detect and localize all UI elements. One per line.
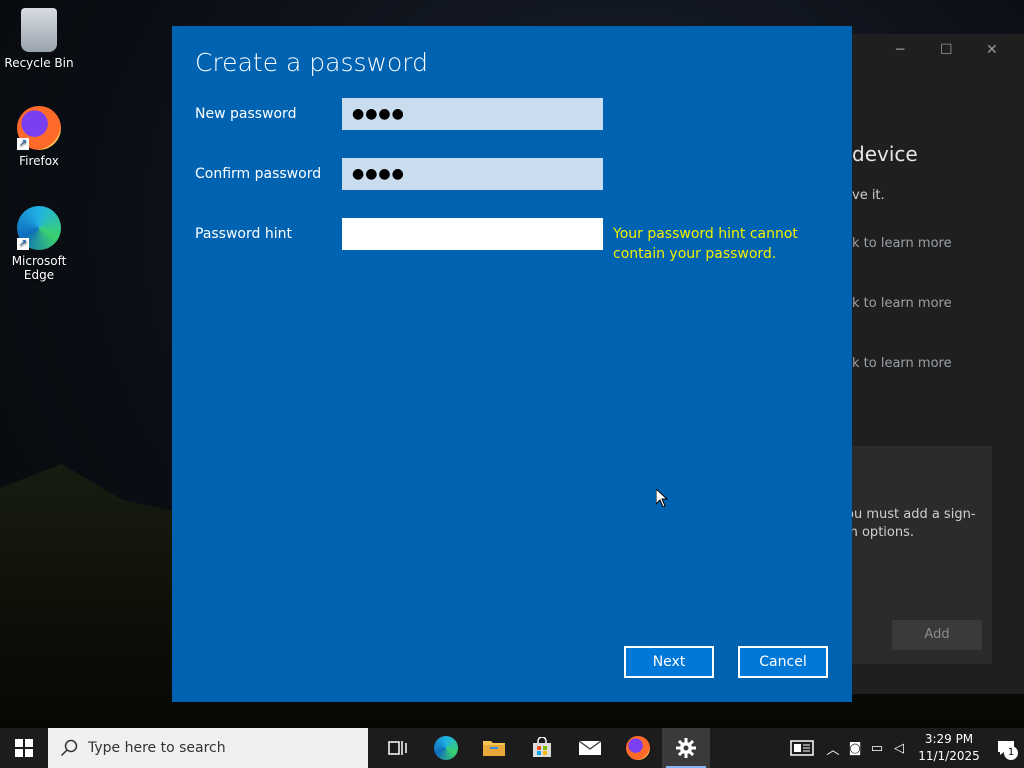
desktop-icon-recycle-bin[interactable]: Recycle Bin xyxy=(4,8,74,70)
create-password-dialog: Create a password New password Confirm p… xyxy=(172,26,852,702)
search-placeholder: Type here to search xyxy=(88,740,226,756)
taskbar-edge[interactable] xyxy=(422,728,470,768)
start-button[interactable] xyxy=(0,728,48,768)
background-heading: device xyxy=(852,142,918,166)
password-hint-input[interactable] xyxy=(342,218,603,250)
desktop-icon-label: Recycle Bin xyxy=(4,56,74,70)
clock-date: 11/1/2025 xyxy=(918,749,980,763)
sign-in-card-text: ou must add a sign-in options. xyxy=(846,507,976,540)
taskbar: Type here to search ︿ ◙ ▭ ◁ 3:29 PM 11/1… xyxy=(0,728,1024,768)
desktop-icon-edge[interactable]: ↗ Microsoft Edge xyxy=(4,206,74,282)
search-icon xyxy=(60,739,78,757)
taskbar-firefox[interactable] xyxy=(614,728,662,768)
cancel-button[interactable]: Cancel xyxy=(738,646,828,678)
firefox-icon xyxy=(626,736,650,760)
desktop-icon-firefox[interactable]: ↗ Firefox xyxy=(4,106,74,168)
taskbar-clock[interactable]: 3:29 PM 11/1/2025 xyxy=(910,731,988,765)
file-explorer-icon xyxy=(483,741,505,756)
desktop-icon-label: Firefox xyxy=(19,154,59,168)
learn-more-link[interactable]: k to learn more xyxy=(852,296,952,311)
shortcut-arrow-icon: ↗ xyxy=(17,138,29,150)
close-icon[interactable]: ✕ xyxy=(986,42,998,58)
settings-icon xyxy=(676,738,696,758)
taskbar-settings[interactable] xyxy=(662,728,710,768)
edge-icon: ↗ xyxy=(17,206,61,250)
shortcut-arrow-icon: ↗ xyxy=(17,238,29,250)
minimize-icon[interactable]: ─ xyxy=(896,42,904,58)
password-hint-label: Password hint xyxy=(195,226,292,242)
background-subtext: ve it. xyxy=(852,188,885,203)
taskbar-file-explorer[interactable] xyxy=(470,728,518,768)
mail-icon xyxy=(578,740,602,755)
learn-more-link[interactable]: k to learn more xyxy=(852,356,952,371)
mouse-cursor-icon xyxy=(656,489,668,507)
hint-error-message: Your password hint cannot contain your p… xyxy=(613,226,798,262)
volume-muted-icon[interactable]: ◁ xyxy=(888,728,910,768)
notification-count-badge: 1 xyxy=(1004,746,1018,760)
new-password-input[interactable] xyxy=(342,98,603,130)
taskbar-task-view[interactable] xyxy=(374,728,422,768)
taskbar-mail[interactable] xyxy=(566,728,614,768)
meet-now-icon[interactable]: ◙ xyxy=(844,728,866,768)
learn-more-link[interactable]: k to learn more xyxy=(852,236,952,251)
recycle-bin-icon xyxy=(21,8,57,52)
confirm-password-label: Confirm password xyxy=(195,166,322,182)
network-icon[interactable]: ▭ xyxy=(866,728,888,768)
taskbar-search-box[interactable]: Type here to search xyxy=(48,728,368,768)
taskbar-store[interactable] xyxy=(518,728,566,768)
maximize-icon[interactable]: ☐ xyxy=(940,42,953,58)
chevron-up-icon[interactable]: ︿ xyxy=(822,728,844,768)
system-tray: ︿ ◙ ▭ ◁ 3:29 PM 11/1/2025 1 xyxy=(782,728,1024,768)
dialog-title: Create a password xyxy=(195,48,428,77)
news-widget-icon[interactable] xyxy=(782,728,822,768)
background-settings-window: ─ ☐ ✕ device ve it. k to learn more k to… xyxy=(846,34,1024,694)
add-button[interactable]: Add xyxy=(892,620,982,650)
edge-icon xyxy=(434,736,458,760)
windows-logo-icon xyxy=(15,739,33,757)
firefox-icon: ↗ xyxy=(17,106,61,150)
store-icon xyxy=(533,737,551,757)
next-button[interactable]: Next xyxy=(624,646,714,678)
new-password-label: New password xyxy=(195,106,297,122)
task-view-icon xyxy=(388,741,407,755)
action-center-button[interactable]: 1 xyxy=(988,728,1024,768)
taskbar-app-list xyxy=(374,728,710,768)
confirm-password-input[interactable] xyxy=(342,158,603,190)
desktop-icon-label: Microsoft Edge xyxy=(11,254,67,282)
clock-time: 3:29 PM xyxy=(924,732,974,746)
